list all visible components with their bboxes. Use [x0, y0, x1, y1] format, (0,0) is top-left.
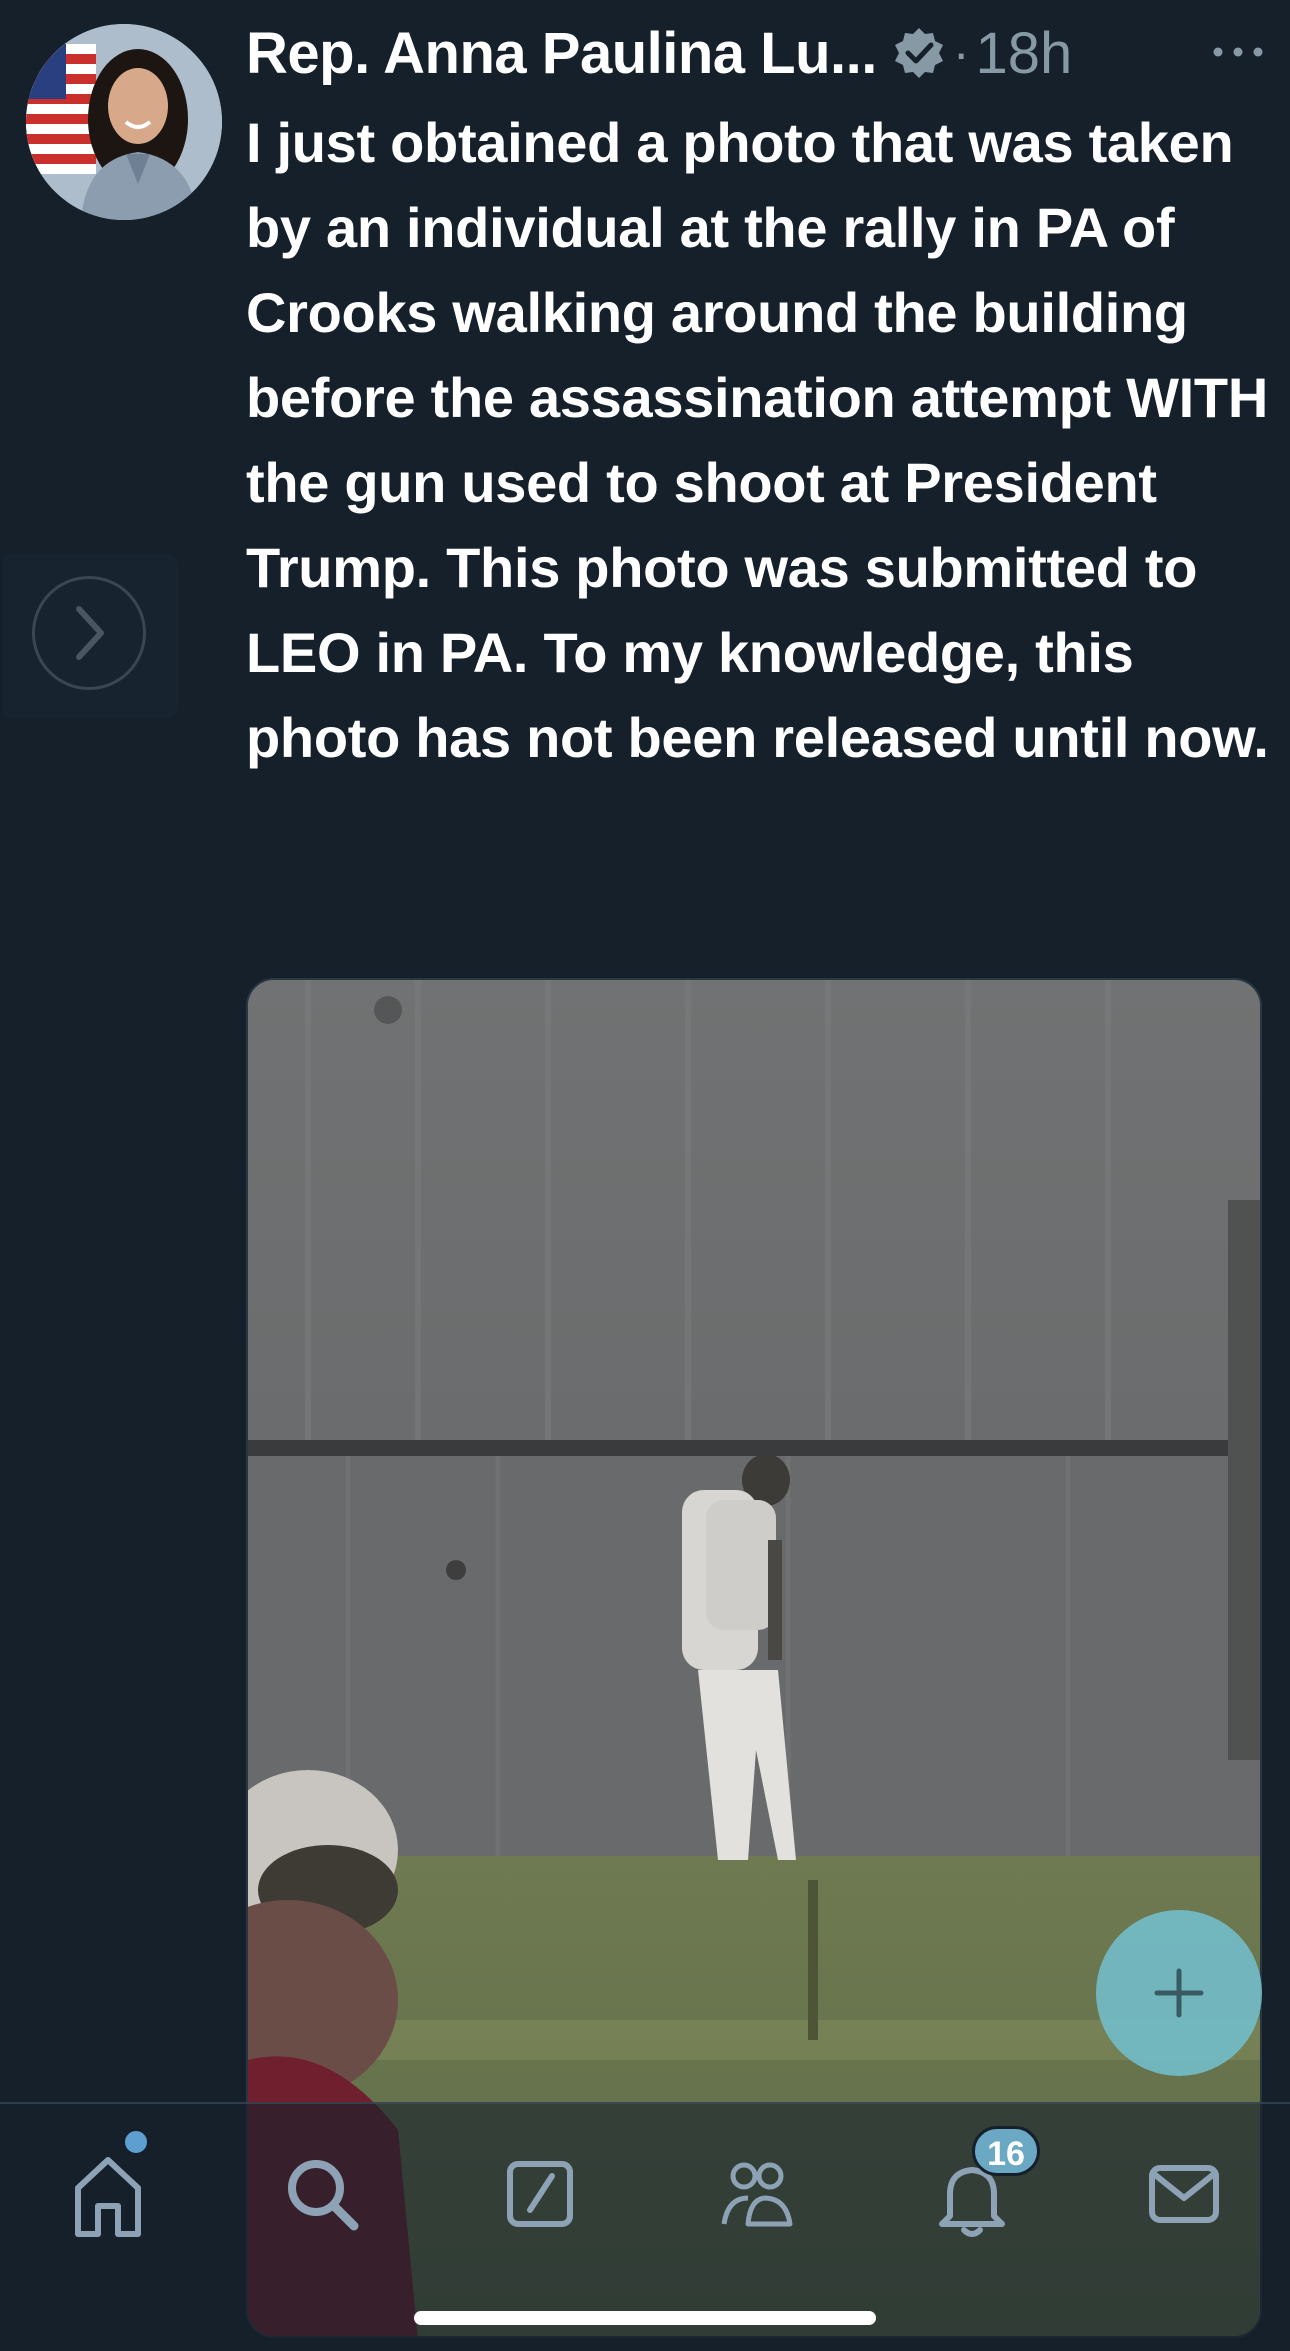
nav-search[interactable] — [272, 2144, 372, 2244]
chevron-right-icon — [76, 606, 104, 660]
nav-grok[interactable] — [490, 2144, 590, 2244]
nav-home[interactable] — [58, 2144, 158, 2244]
search-icon — [288, 2160, 359, 2231]
tweet-header: Rep. Anna Paulina Lu... · 18h — [246, 18, 1266, 88]
grok-icon — [507, 2161, 573, 2227]
home-icon — [75, 2157, 141, 2237]
author-avatar[interactable] — [26, 24, 222, 220]
nav-messages[interactable] — [1134, 2144, 1234, 2244]
more-options-icon[interactable] — [1210, 40, 1266, 64]
separator-dot: · — [952, 25, 970, 81]
nav-communities[interactable] — [706, 2144, 806, 2244]
expand-circle — [32, 576, 146, 690]
people-icon — [721, 2162, 793, 2227]
home-unread-dot — [122, 2128, 150, 2156]
avatar-image — [26, 24, 222, 220]
flag-icon — [26, 44, 96, 174]
verified-badge-icon — [894, 28, 943, 78]
notifications-badge: 16 — [972, 2126, 1040, 2176]
expand-sidebar-button[interactable] — [2, 554, 178, 718]
mail-icon — [1149, 2165, 1219, 2223]
plus-icon — [1154, 1968, 1204, 2018]
compose-button[interactable] — [1096, 1910, 1262, 2076]
tweet-detail-screen: Rep. Anna Paulina Lu... · 18h I just obt… — [0, 0, 1290, 2351]
tweet-timestamp[interactable]: 18h — [976, 20, 1073, 87]
home-indicator[interactable] — [414, 2311, 876, 2325]
author-name[interactable]: Rep. Anna Paulina Lu... — [246, 20, 877, 87]
tweet-text: I just obtained a photo that was taken b… — [246, 111, 1269, 769]
